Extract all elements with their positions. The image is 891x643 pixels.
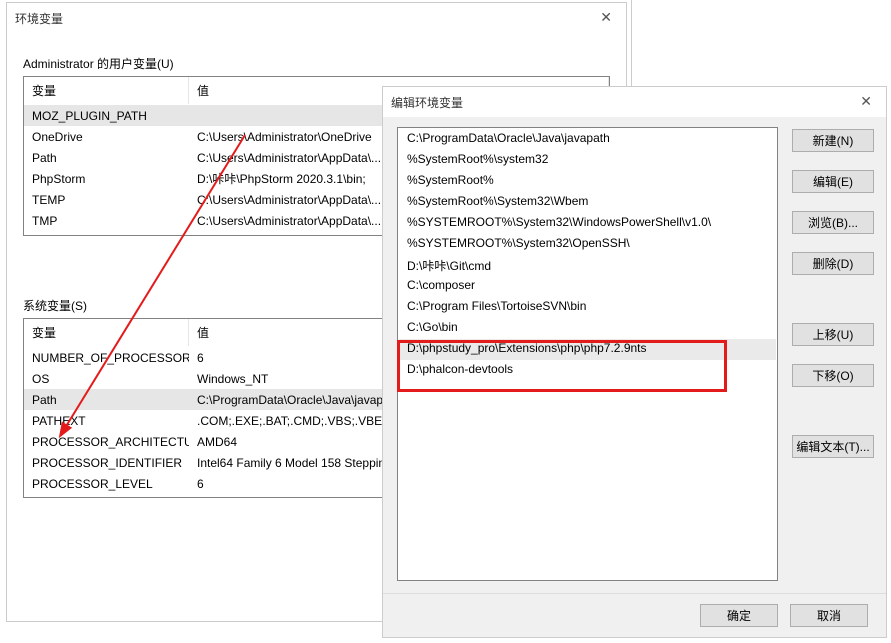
ok-button[interactable]: 确定 [700,604,778,627]
var-name: NUMBER_OF_PROCESSORS [24,351,189,365]
move-up-button[interactable]: 上移(U) [792,323,874,346]
list-item[interactable]: C:\Program Files\TortoiseSVN\bin [399,297,776,318]
list-item[interactable]: %SYSTEMROOT%\System32\WindowsPowerShell\… [399,213,776,234]
list-item[interactable]: D:\咔咔\Git\cmd [399,255,776,276]
path-listbox[interactable]: C:\ProgramData\Oracle\Java\javapath%Syst… [397,127,778,581]
titlebar: 环境变量 ✕ [7,3,626,33]
var-name: Path [24,151,189,165]
browse-button[interactable]: 浏览(B)... [792,211,874,234]
list-item[interactable]: C:\composer [399,276,776,297]
var-name: TEMP [24,193,189,207]
dialog-footer: 确定 取消 [383,593,886,637]
var-name: PROCESSOR_IDENTIFIER [24,456,189,470]
dialog-title: 环境变量 [15,10,63,27]
list-item[interactable]: D:\phalcon-devtools [399,360,776,381]
close-icon[interactable]: ✕ [592,9,620,26]
var-name: OS [24,372,189,386]
edit-env-var-dialog: 编辑环境变量 ✕ C:\ProgramData\Oracle\Java\java… [382,86,887,638]
dialog-title: 编辑环境变量 [391,94,463,111]
var-name: TMP [24,214,189,228]
var-name: PROCESSOR_LEVEL [24,477,189,491]
list-item[interactable]: C:\ProgramData\Oracle\Java\javapath [399,129,776,150]
edit-button[interactable]: 编辑(E) [792,170,874,193]
col-variable[interactable]: 变量 [24,77,189,104]
col-variable[interactable]: 变量 [24,319,189,346]
var-name: Path [24,393,189,407]
var-name: MOZ_PLUGIN_PATH [24,109,189,123]
titlebar: 编辑环境变量 ✕ [383,87,886,117]
list-item[interactable]: D:\phpstudy_pro\Extensions\php\php7.2.9n… [399,339,776,360]
move-down-button[interactable]: 下移(O) [792,364,874,387]
list-item[interactable]: %SYSTEMROOT%\System32\OpenSSH\ [399,234,776,255]
delete-button[interactable]: 删除(D) [792,252,874,275]
edit-text-button[interactable]: 编辑文本(T)... [792,435,874,458]
cancel-button[interactable]: 取消 [790,604,868,627]
var-name: PhpStorm [24,172,189,186]
close-icon[interactable]: ✕ [852,93,880,110]
list-item[interactable]: %SystemRoot%\system32 [399,150,776,171]
side-button-column: 新建(N) 编辑(E) 浏览(B)... 删除(D) 上移(U) 下移(O) 编… [792,127,874,581]
list-item[interactable]: %SystemRoot% [399,171,776,192]
new-button[interactable]: 新建(N) [792,129,874,152]
var-name: PATHEXT [24,414,189,428]
var-name: OneDrive [24,130,189,144]
list-item[interactable]: C:\Go\bin [399,318,776,339]
list-item[interactable]: %SystemRoot%\System32\Wbem [399,192,776,213]
var-name: PROCESSOR_ARCHITECTURE [24,435,189,449]
user-vars-label: Administrator 的用户变量(U) [23,55,626,72]
